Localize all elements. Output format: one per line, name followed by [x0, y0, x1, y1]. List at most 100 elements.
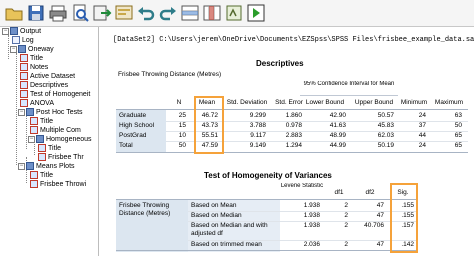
output-pane: [DataSet2] C:\Users\jerem\OneDrive\Docum…	[100, 27, 474, 256]
table-cell: 41.63	[329, 122, 346, 129]
table-cell: 2	[344, 202, 348, 209]
designate-window-icon[interactable]	[246, 3, 266, 23]
print-preview-icon[interactable]	[70, 3, 90, 23]
table-cell: 37	[418, 122, 426, 129]
row-label: Based on Mean	[191, 202, 237, 209]
outline-label: Title	[40, 172, 53, 179]
table-cell: 45.83	[377, 122, 394, 129]
table-cell: 1.938	[303, 202, 320, 209]
outline-item-active-dataset[interactable]: Active Dataset	[20, 72, 75, 81]
frisbee-plot-icon	[30, 180, 38, 189]
title-icon	[20, 54, 28, 63]
row-label: Based on Median and with adjusted df	[191, 222, 268, 237]
collapse-icon[interactable]: −	[18, 162, 25, 170]
col-header-levene: Levene Statistic	[280, 183, 324, 189]
homogeneity-icon	[20, 90, 28, 99]
row-label: High School	[119, 122, 155, 129]
row-label: Total	[119, 142, 133, 149]
col-header-minimum: Minimum	[400, 99, 428, 106]
descriptives-icon	[20, 81, 28, 90]
outline-item-post-hoc[interactable]: − Post Hoc Tests	[18, 108, 83, 117]
table-cell: 2.036	[303, 241, 320, 248]
outline-label: Notes	[30, 64, 49, 71]
outline-navigator: − Output Log − Oneway Title Notes Active D…	[0, 27, 99, 256]
table-cell: 63	[454, 112, 462, 119]
outline-item-notes[interactable]: Notes	[20, 63, 48, 72]
table-cell: 1.938	[303, 212, 320, 219]
table-cell: 2	[344, 222, 348, 229]
toolbar	[0, 0, 474, 27]
output-book-icon	[10, 27, 18, 36]
table-cell: 40.706	[364, 222, 384, 229]
col-header-n: N	[176, 99, 182, 106]
table-cell: 15	[178, 122, 186, 129]
goto-case-icon[interactable]	[180, 3, 200, 23]
collapse-icon[interactable]: −	[2, 27, 9, 35]
table-cell: 9.117	[250, 132, 266, 139]
title-icon	[38, 144, 46, 153]
col-header-std-deviation: Std. Deviation	[226, 99, 268, 106]
table-cell: 0.978	[285, 122, 302, 129]
table-bottom-border	[116, 152, 468, 153]
open-icon[interactable]	[4, 3, 24, 23]
table-cell: 2.883	[285, 132, 302, 139]
descriptives-subtitle: Frisbee Throwing Distance (Metres)	[118, 71, 222, 78]
outline-label: Frisbee Throwi	[40, 181, 87, 188]
col-header-maximum: Maximum	[434, 99, 464, 106]
outline-item-frisbee-table[interactable]: Frisbee Thr	[38, 153, 84, 162]
outline-item-anova[interactable]: ANOVA	[20, 99, 54, 108]
outline-item-title[interactable]: Title	[20, 54, 43, 63]
outline-item-homogeneous-subsets[interactable]: − Homogeneous	[28, 135, 92, 144]
outline-item-title[interactable]: Title	[30, 117, 53, 126]
row-label: Graduate	[119, 112, 147, 119]
outline-label: Title	[40, 118, 53, 125]
collapse-icon[interactable]: −	[18, 108, 25, 116]
outline-item-oneway[interactable]: − Oneway	[10, 45, 54, 54]
outline-item-log[interactable]: Log	[12, 36, 34, 45]
table-cell: 24	[418, 112, 426, 119]
collapse-icon[interactable]: −	[28, 135, 35, 143]
table-cell: 47	[376, 241, 384, 248]
row-label: Based on trimmed mean	[191, 241, 262, 248]
outline-item-title[interactable]: Title	[30, 171, 53, 180]
table-cell: 3.788	[249, 122, 266, 129]
outline-label: Multiple Com	[40, 127, 81, 134]
title-icon	[30, 117, 38, 126]
table-cell: 62.03	[377, 132, 394, 139]
table-cell: 24	[418, 142, 426, 149]
multiple-comparisons-icon	[30, 126, 38, 135]
table-cell: 42.90	[329, 112, 346, 119]
outline-item-descriptives[interactable]: Descriptives	[20, 81, 68, 90]
undo-icon[interactable]	[136, 3, 156, 23]
outline-item-frisbee-plot[interactable]: Frisbee Throwi	[30, 180, 86, 189]
outline-label: Frisbee Thr	[48, 154, 84, 161]
outline-item-title[interactable]: Title	[38, 144, 61, 153]
post-hoc-book-icon	[26, 108, 34, 117]
recall-dialog-icon[interactable]	[114, 3, 134, 23]
redo-icon[interactable]	[158, 3, 178, 23]
table-cell: 9.299	[249, 112, 266, 119]
dataset-path: [DataSet2] C:\Users\jerem\OneDrive\Docum…	[113, 36, 474, 44]
print-icon[interactable]	[48, 3, 68, 23]
outline-item-means-plots[interactable]: − Means Plots	[18, 162, 75, 171]
outline-label: Means Plots	[36, 163, 75, 170]
collapse-icon[interactable]: −	[10, 45, 17, 53]
variables-icon[interactable]	[224, 3, 244, 23]
table-cell: 65	[454, 142, 462, 149]
outline-item-multiple-comparisons[interactable]: Multiple Com	[30, 126, 81, 135]
homogeneity-title: Test of Homogeneity of Variances	[204, 171, 332, 180]
col-header-df2: df2	[365, 189, 375, 196]
save-icon[interactable]	[26, 3, 46, 23]
export-icon[interactable]	[92, 3, 112, 23]
outline-label: ANOVA	[30, 100, 54, 107]
outline-label: Log	[22, 37, 34, 44]
descriptives-title: Descriptives	[256, 59, 304, 68]
table-cell: 1.294	[285, 142, 302, 149]
outline-item-output[interactable]: − Output	[2, 27, 41, 36]
goto-variable-icon[interactable]	[202, 3, 222, 23]
col-header-upper-bound: Upper Bound	[354, 99, 394, 106]
row-divider	[116, 250, 418, 251]
outline-item-homogeneity[interactable]: Test of Homogeneit	[20, 90, 90, 99]
table-cell: 47	[376, 212, 384, 219]
table-cell: 44	[418, 132, 426, 139]
